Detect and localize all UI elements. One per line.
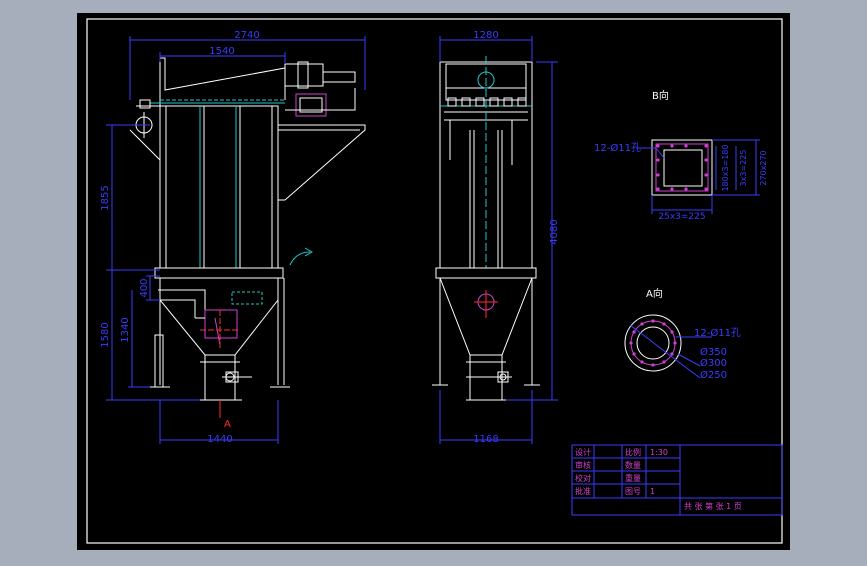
tb-r4-c3: 1 (650, 487, 655, 496)
tb-r3-c2: 重量 (625, 473, 641, 483)
section-label-a: A (224, 419, 231, 430)
tb-r1-c3: 1:30 (650, 448, 668, 457)
cad-drawing-sheet: 2740 1540 1855 1580 1340 400 1440 A 1280… (0, 0, 867, 562)
dim-upper-height: 1855 (100, 185, 111, 210)
tb-r4-c2: 图号 (625, 487, 641, 496)
flange-round-hole-label: 12-Ø11孔 (694, 327, 741, 339)
dim-outer: 270x270 (759, 150, 768, 185)
dim-total-width: 2740 (234, 30, 259, 41)
dim-upper-width: 1540 (209, 46, 234, 57)
dim-pitch: 3x3=225 (739, 150, 748, 187)
tb-r2-c2: 数量 (625, 460, 641, 470)
dim-inner: 180x3=180 (721, 144, 730, 191)
tb-r4-c1: 批准 (575, 486, 591, 496)
tb-r1-c1: 设计 (575, 447, 591, 457)
dim-lower-height: 1580 (100, 322, 111, 347)
dim-base-width: 1440 (207, 434, 232, 445)
dim-total-height: 4080 (549, 219, 560, 244)
dia-inner: Ø250 (700, 369, 727, 381)
dim-bottom: 25x3=225 (658, 212, 705, 222)
dim-inlet-height: 1340 (120, 317, 131, 342)
dia-pitch: Ø300 (700, 357, 727, 369)
dia-outer: Ø350 (700, 346, 727, 358)
tb-r2-c1: 审核 (575, 460, 591, 470)
flange-square-hole-label: 12-Ø11孔 (594, 142, 641, 154)
flange-round-title: A向 (646, 287, 663, 300)
flange-square-title: B向 (652, 89, 669, 102)
dim-top-width: 1280 (473, 30, 498, 41)
cad-drawing: 2740 1540 1855 1580 1340 400 1440 A 1280… (77, 13, 790, 550)
tb-footer: 共 张 第 张 1 页 (684, 501, 742, 511)
drawing-canvas (77, 13, 790, 550)
dim-inlet-size: 400 (139, 278, 150, 297)
tb-r1-c2: 比例 (625, 447, 641, 457)
tb-r3-c1: 校对 (575, 473, 591, 483)
dim-side-base-width: 1168 (473, 434, 498, 445)
